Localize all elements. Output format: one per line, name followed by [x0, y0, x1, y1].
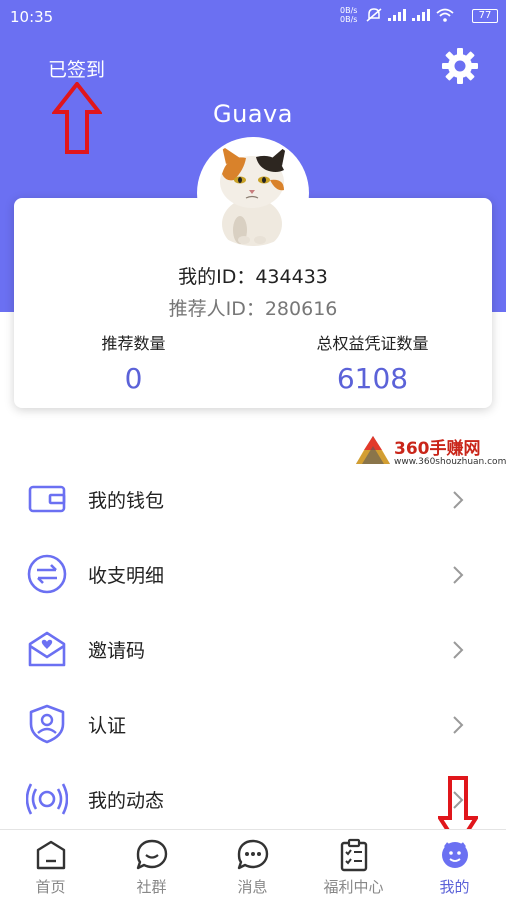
- tab-messages[interactable]: 消息: [202, 830, 303, 901]
- status-bar: 10:35 0B/s 0B/s 77: [0, 0, 506, 34]
- stat-label: 推荐数量: [101, 334, 166, 353]
- status-icons: [366, 8, 454, 22]
- battery-indicator: 77: [472, 9, 498, 23]
- home-icon: [36, 840, 66, 870]
- clipboard-icon: [340, 838, 368, 872]
- status-time: 10:35: [10, 8, 54, 26]
- menu-item-transactions[interactable]: 收支明细: [0, 543, 506, 603]
- chevron-right-icon: [453, 716, 464, 734]
- shield-user-icon: [29, 704, 65, 744]
- menu-item-label: 我的钱包: [88, 490, 165, 512]
- watermark-logo-icon: [356, 436, 390, 464]
- tab-welfare-center[interactable]: 福利中心: [303, 830, 404, 901]
- menu-item-label: 邀请码: [88, 640, 146, 662]
- stat-value: 0: [124, 362, 143, 395]
- stat-value: 6108: [336, 362, 409, 395]
- menu-item-wallet[interactable]: 我的钱包: [0, 468, 506, 528]
- signin-status[interactable]: 已签到: [48, 55, 105, 82]
- broadcast-icon: [26, 783, 68, 815]
- bottom-tab-bar: 首页 社群 消息 福利中心 我的: [0, 829, 506, 901]
- stat-label: 总权益凭证数量: [316, 334, 429, 353]
- menu-item-verification[interactable]: 认证: [0, 693, 506, 753]
- cat-avatar-image: [200, 140, 306, 246]
- network-speed: 0B/s 0B/s: [340, 6, 358, 24]
- mute-icon: [366, 8, 382, 22]
- chevron-right-icon: [453, 566, 464, 584]
- tab-label: 消息: [237, 878, 268, 896]
- tab-profile[interactable]: 我的: [404, 830, 505, 901]
- stat-total-vouchers[interactable]: 总权益凭证数量 6108: [253, 330, 492, 395]
- wallet-icon: [28, 485, 66, 513]
- tab-home[interactable]: 首页: [0, 830, 101, 901]
- avatar[interactable]: [200, 140, 306, 246]
- invite-envelope-icon: [28, 631, 66, 667]
- signal-icon: [388, 9, 406, 21]
- signal-icon-2: [412, 9, 430, 21]
- chevron-right-icon: [453, 491, 464, 509]
- menu-item-my-activity[interactable]: 我的动态: [0, 768, 506, 828]
- referrer-id: 推荐人ID：280616: [168, 298, 338, 320]
- transfer-icon: [27, 554, 67, 594]
- menu-item-invite-code[interactable]: 邀请码: [0, 618, 506, 678]
- wifi-icon: [436, 8, 454, 22]
- tab-community[interactable]: 社群: [101, 830, 202, 901]
- tab-label: 我的: [439, 878, 470, 896]
- chevron-right-icon: [453, 641, 464, 659]
- user-id: 我的ID：434433: [178, 266, 328, 288]
- profile-icon: [442, 842, 468, 868]
- watermark-url: www.360shouzhuan.com: [394, 457, 506, 467]
- watermark-title: 360手赚网: [394, 439, 481, 459]
- username: Guava: [213, 100, 293, 128]
- tab-label: 社群: [136, 878, 167, 896]
- chat-bubble-icon: [136, 839, 168, 870]
- gear-icon[interactable]: [441, 47, 479, 85]
- menu-item-label: 收支明细: [88, 565, 165, 587]
- watermark: 360手赚网 www.360shouzhuan.com: [350, 430, 506, 470]
- tab-label: 福利中心: [323, 878, 384, 896]
- menu-item-label: 我的动态: [88, 790, 165, 812]
- message-dots-icon: [237, 839, 269, 870]
- tab-label: 首页: [35, 878, 66, 896]
- menu-item-label: 认证: [88, 715, 127, 737]
- stat-referrals[interactable]: 推荐数量 0: [14, 330, 253, 395]
